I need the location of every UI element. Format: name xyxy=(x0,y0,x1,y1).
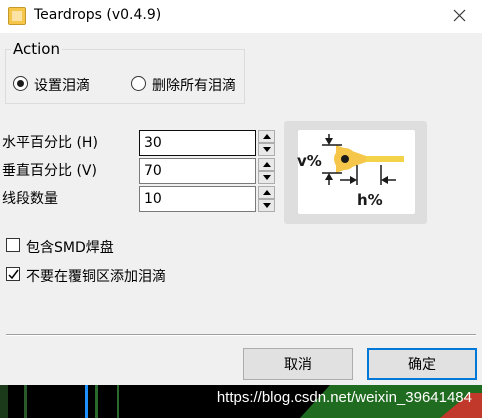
horizontal-spin-up[interactable] xyxy=(258,130,275,143)
canvas-track xyxy=(117,385,119,418)
h-percent-label: h% xyxy=(357,191,383,209)
title-bar: Teardrops (v0.4.9) xyxy=(0,0,482,33)
watermark-text: https://blog.csdn.net/weixin_39641484 xyxy=(216,389,472,406)
v-percent-label: v% xyxy=(297,152,322,170)
segment-count-label: 线段数量 xyxy=(2,191,58,207)
arrow-up-icon xyxy=(263,190,271,195)
cancel-button[interactable]: 取消 xyxy=(243,348,353,380)
pad-hole-shape xyxy=(341,155,349,163)
canvas-track xyxy=(24,385,27,418)
horizontal-spin-down[interactable] xyxy=(258,143,275,156)
radio-circle xyxy=(13,76,28,91)
close-icon xyxy=(453,9,466,22)
segment-spin-up[interactable] xyxy=(258,186,275,199)
vertical-percent-input[interactable] xyxy=(139,158,256,184)
radio-remove-all-teardrops-label: 删除所有泪滴 xyxy=(152,78,236,94)
canvas-track xyxy=(85,385,88,418)
ok-button[interactable]: 确定 xyxy=(367,348,477,380)
arrow-down-icon xyxy=(263,203,271,208)
arrow-up-icon xyxy=(263,134,271,139)
teardrop-diagram-svg: v% h% xyxy=(297,130,415,214)
canvas-track xyxy=(95,385,98,418)
close-button[interactable] xyxy=(446,4,474,28)
checkbox-box xyxy=(6,267,20,281)
include-smd-pads-label: 包含SMD焊盘 xyxy=(26,240,114,256)
arrow-down-icon xyxy=(263,175,271,180)
radio-set-teardrops-label: 设置泪滴 xyxy=(34,78,90,94)
vertical-percent-label: 垂直百分比 (V) xyxy=(2,163,97,179)
skip-copper-zones-label: 不要在覆铜区添加泪滴 xyxy=(26,269,166,285)
horizontal-percent-input[interactable] xyxy=(139,130,256,156)
background-canvas-strip: https://blog.csdn.net/weixin_39641484 xyxy=(0,385,482,418)
action-group-title: Action xyxy=(11,40,62,58)
teardrop-diagram: v% h% xyxy=(284,121,427,224)
track-shape xyxy=(364,156,404,162)
arrow-up-icon xyxy=(263,162,271,167)
segment-count-input[interactable] xyxy=(139,186,256,212)
radio-dot xyxy=(17,80,24,87)
checkmark-icon xyxy=(8,269,19,280)
vertical-spin-up[interactable] xyxy=(258,158,275,171)
arrow-down-icon xyxy=(263,147,271,152)
dialog-body: Action 设置泪滴 删除所有泪滴 水平百分比 (H) 垂直百分比 (V) 线… xyxy=(0,33,482,385)
kicad-plugin-icon xyxy=(8,7,26,25)
checkbox-box xyxy=(6,238,20,252)
canvas-track xyxy=(0,385,8,418)
window-title: Teardrops (v0.4.9) xyxy=(34,7,162,23)
separator xyxy=(6,334,476,336)
horizontal-percent-label: 水平百分比 (H) xyxy=(2,135,98,151)
segment-spin-down[interactable] xyxy=(258,199,275,212)
radio-circle xyxy=(131,76,146,91)
vertical-spin-down[interactable] xyxy=(258,171,275,184)
